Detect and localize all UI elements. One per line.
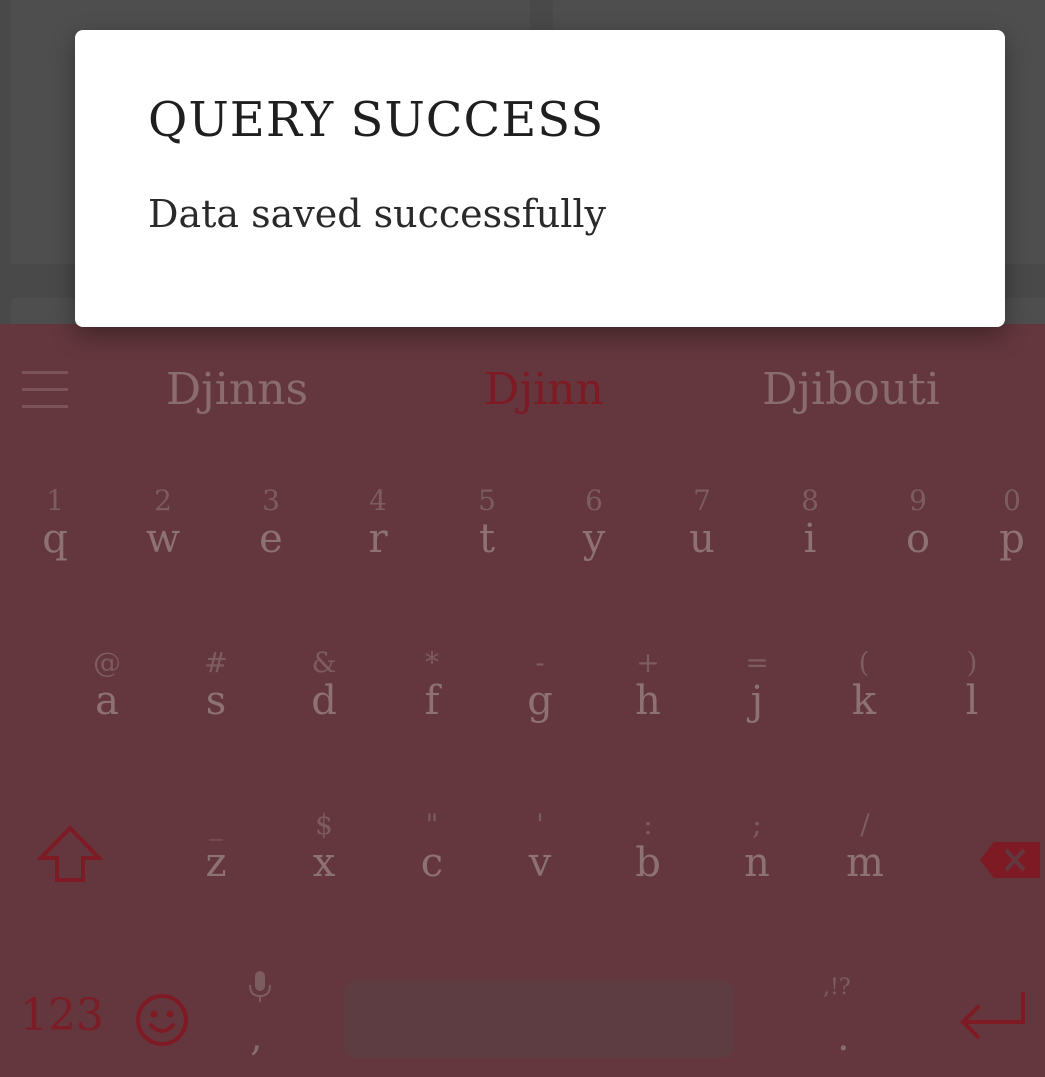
suggestion-right[interactable]: Djibouti: [762, 364, 940, 415]
soft-keyboard: Djinns Djinn Djibouti 1q 2w 3e 4r 5t 6y …: [0, 324, 1045, 1077]
key-z[interactable]: _ z: [166, 810, 266, 887]
comma-key[interactable]: ,: [250, 1014, 263, 1060]
suggestion-bar: Djinns Djinn Djibouti: [0, 324, 1045, 454]
key-b[interactable]: :b: [598, 810, 698, 887]
key-a[interactable]: @ a: [57, 648, 157, 725]
key-n[interactable]: ; n: [707, 810, 807, 887]
key-l[interactable]: ) l: [922, 648, 1022, 725]
key-y[interactable]: 6y: [544, 486, 644, 563]
key-c[interactable]: " c: [382, 810, 482, 887]
key-h[interactable]: + h: [598, 648, 698, 725]
key-o[interactable]: 9o: [868, 486, 968, 563]
smiley-icon[interactable]: [134, 992, 190, 1048]
enter-return-icon[interactable]: [955, 988, 1029, 1048]
suggestion-center[interactable]: Djinn: [484, 364, 604, 415]
key-q[interactable]: 1q: [5, 486, 105, 563]
key-d[interactable]: & d: [274, 648, 374, 725]
backspace-icon[interactable]: [978, 840, 1042, 880]
key-k[interactable]: (k: [814, 648, 914, 725]
dialog-title: QUERY SUCCESS: [148, 92, 605, 148]
period-key-hint: ,!?: [823, 975, 851, 1000]
dialog-message: Data saved successfully: [148, 192, 606, 236]
key-g[interactable]: -g: [490, 648, 590, 725]
key-j[interactable]: = j: [707, 648, 807, 725]
key-x[interactable]: $ x: [274, 810, 374, 887]
key-t[interactable]: 5t: [437, 486, 537, 563]
numbers-key[interactable]: 123: [20, 990, 104, 1041]
key-r[interactable]: 4r: [328, 486, 428, 563]
key-f[interactable]: * f: [382, 648, 482, 725]
menu-icon[interactable]: [22, 371, 68, 411]
shift-arrow-icon[interactable]: [36, 824, 104, 884]
key-v[interactable]: ' v: [490, 810, 590, 887]
period-key[interactable]: .: [837, 1014, 850, 1060]
suggestion-left[interactable]: Djinns: [166, 364, 308, 415]
key-p[interactable]: 0p: [982, 486, 1042, 563]
success-dialog: QUERY SUCCESS Data saved successfully: [75, 30, 1005, 327]
key-s[interactable]: # s: [166, 648, 266, 725]
key-e[interactable]: 3e: [221, 486, 321, 563]
space-bar[interactable]: [344, 980, 734, 1058]
key-m[interactable]: / m: [815, 810, 915, 887]
key-u[interactable]: 7u: [652, 486, 752, 563]
microphone-icon[interactable]: [246, 969, 274, 1003]
key-w[interactable]: 2w: [113, 486, 213, 563]
key-i[interactable]: 8i: [760, 486, 860, 563]
